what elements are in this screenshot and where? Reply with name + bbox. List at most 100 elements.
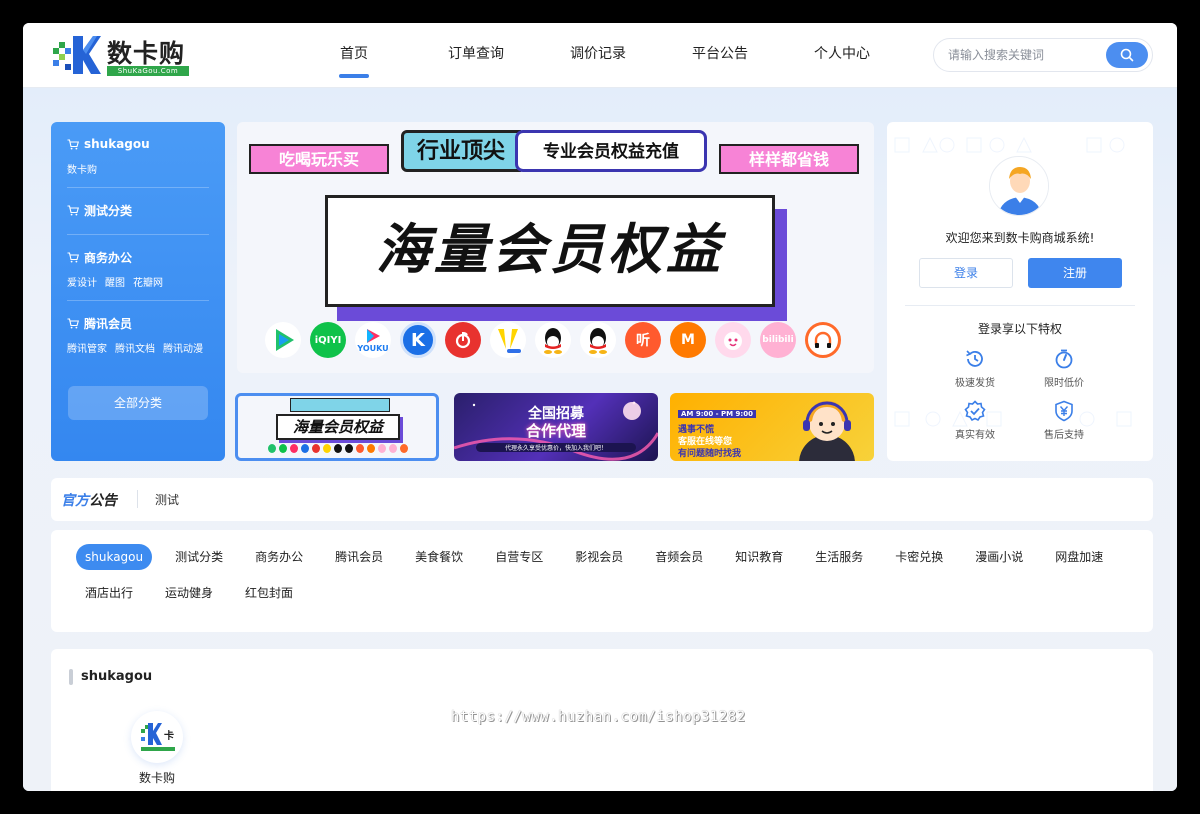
tab-red-packet[interactable]: 红包封面 bbox=[236, 580, 302, 606]
nav-order-query[interactable]: 订单查询 bbox=[415, 23, 537, 88]
nav-price-log[interactable]: 调价记录 bbox=[537, 23, 659, 88]
logo-text: 数卡购 bbox=[107, 39, 186, 68]
audiobook-icon: 听 bbox=[625, 322, 661, 358]
category-links: 数卡购 bbox=[67, 161, 209, 176]
user-avatar-icon bbox=[990, 157, 1048, 215]
search-button[interactable] bbox=[1106, 42, 1148, 68]
register-button[interactable]: 注册 bbox=[1028, 258, 1122, 288]
product-name: 数卡购 bbox=[138, 771, 175, 785]
banner-thumb-3[interactable]: AM 9:00 - PM 9:00 遇事不慌 客服在线等您 有问题随时找我 bbox=[670, 393, 874, 461]
tab-business[interactable]: 商务办公 bbox=[246, 544, 312, 570]
category-links: 爱设计 醒图 花瓣网 bbox=[67, 274, 209, 289]
thumb-3-line3: 有问题随时找我 bbox=[678, 449, 742, 459]
tab-hotel-travel[interactable]: 酒店出行 bbox=[76, 580, 142, 606]
announcement-divider bbox=[137, 490, 138, 508]
nav-home[interactable]: 首页 bbox=[293, 23, 415, 88]
perk-low-price: 限时低价 bbox=[1024, 348, 1104, 389]
card-divider bbox=[905, 305, 1135, 306]
watermark-text: https://www.huzhan.com/ishop31282 bbox=[451, 709, 746, 725]
eleme-icon bbox=[715, 322, 751, 358]
avatar[interactable] bbox=[989, 156, 1049, 216]
cart-icon bbox=[67, 317, 79, 328]
customer-service-illustration bbox=[799, 401, 855, 461]
tencent-video-icon bbox=[265, 322, 301, 358]
youku-icon: YOUKU bbox=[355, 322, 391, 358]
product-image[interactable]: 卡 bbox=[131, 711, 183, 763]
announcement-bar[interactable]: 官方公告 测试 bbox=[51, 478, 1153, 521]
category-link[interactable]: 花瓣网 bbox=[133, 274, 163, 289]
user-card: 欢迎您来到数卡购商城系统! 登录 注册 登录享以下特权 极速发货 限时低价 真实… bbox=[887, 122, 1153, 461]
tab-life-services[interactable]: 生活服务 bbox=[806, 544, 872, 570]
banner-headline-box: 海量会员权益 bbox=[325, 195, 775, 307]
tab-card-redeem[interactable]: 卡密兑换 bbox=[886, 544, 952, 570]
banner-tag-center-a: 行业顶尖 bbox=[401, 130, 521, 172]
tab-tencent[interactable]: 腾讯会员 bbox=[326, 544, 392, 570]
category-link[interactable]: 爱设计 bbox=[67, 274, 97, 289]
category-group: shukagou 数卡购 bbox=[67, 136, 209, 188]
category-group: 测试分类 bbox=[67, 202, 209, 235]
perk-after-sales: 售后支持 bbox=[1024, 400, 1104, 441]
category-title-shukagou[interactable]: shukagou bbox=[67, 136, 209, 152]
browser-window: 数卡购 ShuKaGou.Com 首页 订单查询 调价记录 平台公告 个人中心 bbox=[23, 23, 1177, 791]
tab-cloud-speedup[interactable]: 网盘加速 bbox=[1046, 544, 1112, 570]
banner-tag-right: 样样都省钱 bbox=[719, 144, 859, 174]
nav-announcements[interactable]: 平台公告 bbox=[659, 23, 781, 88]
site-logo[interactable]: 数卡购 ShuKaGou.Com bbox=[53, 32, 193, 78]
nav-user-center[interactable]: 个人中心 bbox=[781, 23, 903, 88]
category-title-label: shukagou bbox=[84, 137, 150, 151]
category-title-business[interactable]: 商务办公 bbox=[67, 249, 209, 265]
tab-fitness[interactable]: 运动健身 bbox=[156, 580, 222, 606]
search-icon bbox=[1120, 48, 1134, 62]
banner-thumb-1[interactable]: 海量会员权益 bbox=[235, 393, 439, 461]
product-card[interactable]: 卡 数卡购 bbox=[131, 711, 183, 786]
bilibili-icon: bilibili bbox=[760, 322, 796, 358]
perks-title: 登录享以下特权 bbox=[977, 322, 1062, 336]
cart-icon bbox=[67, 204, 79, 215]
section-title: shukagou bbox=[69, 669, 152, 685]
logo-subtext: ShuKaGou.Com bbox=[107, 66, 189, 76]
tab-audio[interactable]: 音频会员 bbox=[646, 544, 712, 570]
category-title-label: 测试分类 bbox=[84, 203, 133, 218]
tab-education[interactable]: 知识教育 bbox=[726, 544, 792, 570]
shield-yen-icon bbox=[1055, 400, 1073, 422]
mango-tv-icon: M bbox=[670, 322, 706, 358]
tab-shukagou[interactable]: shukagou bbox=[76, 544, 153, 570]
banner-headline: 海量会员权益 bbox=[376, 218, 724, 281]
category-title-tencent[interactable]: 腾讯会员 bbox=[67, 315, 209, 331]
category-title-test[interactable]: 测试分类 bbox=[67, 202, 209, 218]
tab-self-operated[interactable]: 自营专区 bbox=[486, 544, 552, 570]
category-link[interactable]: 腾讯管家 bbox=[67, 340, 107, 355]
category-group: 商务办公 爱设计 醒图 花瓣网 bbox=[67, 249, 209, 301]
announcement-text[interactable]: 测试 bbox=[155, 491, 179, 508]
tab-food[interactable]: 美食餐饮 bbox=[406, 544, 472, 570]
category-link[interactable]: 腾讯文档 bbox=[115, 340, 155, 355]
tab-video[interactable]: 影视会员 bbox=[566, 544, 632, 570]
kuwo-icon: K bbox=[400, 322, 436, 358]
thumb-2-note: 代理永久享受优惠价，快加入我们吧！ bbox=[476, 443, 636, 452]
cart-icon bbox=[67, 251, 79, 262]
perk-label: 限时低价 bbox=[1044, 378, 1084, 389]
category-link[interactable]: 醒图 bbox=[105, 274, 125, 289]
thumb-1-headline: 海量会员权益 bbox=[292, 418, 383, 436]
search-box bbox=[933, 38, 1153, 72]
category-links: 腾讯管家 腾讯文档 腾讯动漫 bbox=[67, 340, 209, 355]
svg-text:卡: 卡 bbox=[164, 729, 174, 742]
app-icon-row: iQIYI YOUKU K 听 M bilibili bbox=[265, 322, 841, 358]
category-link[interactable]: 数卡购 bbox=[67, 161, 97, 176]
tab-comics[interactable]: 漫画小说 bbox=[966, 544, 1032, 570]
all-categories-button[interactable]: 全部分类 bbox=[68, 386, 208, 420]
ximalaya-icon bbox=[805, 322, 841, 358]
clock-icon bbox=[966, 350, 983, 367]
search-input[interactable] bbox=[948, 39, 1098, 71]
youku-v-icon bbox=[490, 322, 526, 358]
product-logo-icon: 卡 bbox=[141, 723, 175, 751]
perk-label: 极速发货 bbox=[955, 378, 995, 389]
login-button[interactable]: 登录 bbox=[919, 258, 1013, 288]
timer-icon bbox=[1055, 349, 1073, 369]
perk-label: 真实有效 bbox=[955, 430, 995, 441]
banner-thumb-2[interactable]: 全国招募 合作代理 代理永久享受优惠价，快加入我们吧！ bbox=[454, 393, 658, 461]
category-tabs-row: shukagou 测试分类 商务办公 腾讯会员 美食餐饮 自营专区 影视会员 音… bbox=[76, 544, 1128, 606]
category-link[interactable]: 腾讯动漫 bbox=[163, 340, 203, 355]
hero-banner[interactable]: 吃喝玩乐买 行业顶尖 专业会员权益充值 样样都省钱 海量会员权益 iQIYI Y… bbox=[237, 122, 874, 373]
tab-test[interactable]: 测试分类 bbox=[166, 544, 232, 570]
